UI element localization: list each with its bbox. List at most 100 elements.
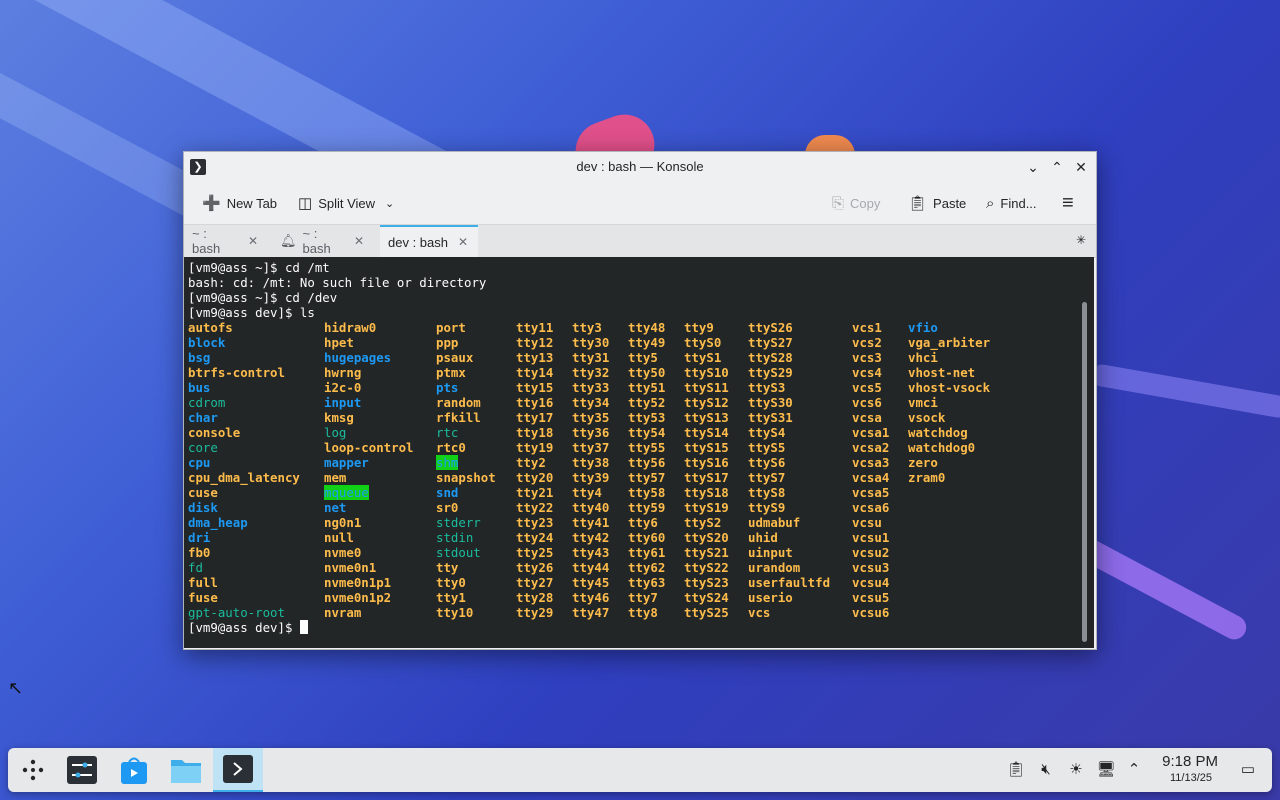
ls-entry: tty32 [572,365,610,380]
ls-entry: autofs [188,320,233,335]
ls-entry: vhost-net [908,365,976,380]
ls-entry: tty34 [572,395,610,410]
ls-entry: tty [436,560,459,575]
ls-entry: net [324,500,347,515]
ls-entry: tty55 [628,440,666,455]
ls-entry: vcsa [852,410,882,425]
ls-entry: vcsu2 [852,545,890,560]
ls-entry: ttyS25 [684,605,729,620]
hamburger-menu-icon[interactable]: ≡ [1062,192,1074,214]
ls-entry: ttyS30 [748,395,793,410]
ls-entry: tty47 [572,605,610,620]
find-button[interactable]: ⌕ Find... [986,192,1037,214]
ls-entry: ptmx [436,365,466,380]
ls-entry: tty16 [516,395,554,410]
show-desktop-icon[interactable]: ▭ [1238,760,1258,780]
network-icon[interactable]: 🖥︎ [1096,760,1116,780]
ls-entry: ttyS18 [684,485,729,500]
split-view-label: Split View [318,195,376,211]
close-tab-icon[interactable]: ✕ [458,235,468,249]
ls-entry: stderr [436,515,481,530]
expand-tray-icon[interactable]: ⌃ [1124,760,1144,780]
ls-entry: tty53 [628,410,666,425]
terminal-view[interactable]: [vm9@ass ~]$ cd /mt bash: cd: /mt: No su… [184,257,1094,648]
maximize-icon[interactable]: ⌃ [1047,157,1067,177]
ls-entry: mem [324,470,347,485]
ls-entry: tty7 [628,590,658,605]
ls-entry: tty21 [516,485,554,500]
ls-entry: cpu_dma_latency [188,470,300,485]
ls-entry: tty4 [572,485,602,500]
ls-entry: tty15 [516,380,554,395]
ls-entry: tty11 [516,320,554,335]
ls-entry: tty24 [516,530,554,545]
ls-entry: vcsu5 [852,590,890,605]
title-bar[interactable]: ❯ dev : bash — Konsole ⌄ ⌃ ✕ [184,152,1096,182]
split-view-button[interactable]: ◫ Split View ⌄ [298,192,394,214]
new-tab-button[interactable]: ➕ New Tab [202,192,277,214]
close-tab-icon[interactable]: ✕ [354,234,364,248]
app-launcher-icon[interactable] [16,754,50,786]
ls-entry: shm [436,455,459,470]
chevron-down-icon[interactable]: ⌄ [385,197,394,210]
ls-entry: sr0 [436,500,459,515]
ls-entry: core [188,440,218,455]
close-tab-icon[interactable]: ✕ [248,234,258,248]
ls-entry: ttyS26 [748,320,793,335]
copy-button[interactable]: ⎘ Copy [832,192,880,214]
clock-time[interactable]: 9:18 PM [1162,753,1218,770]
ls-entry: loop-control [324,440,414,455]
ls-entry: ppp [436,335,459,350]
ls-entry: ttyS9 [748,500,786,515]
tab-home-2[interactable]: 🔔︎ ~ : bash ✕ [272,225,372,257]
ls-entry: ttyS4 [748,425,786,440]
clock-date[interactable]: 11/13/25 [1170,772,1212,784]
ls-entry: tty60 [628,530,666,545]
ls-entry: block [188,335,226,350]
ls-entry: ttyS0 [684,335,722,350]
new-tab-icon: ➕ [202,195,221,212]
tab-dev[interactable]: dev : bash ✕ [380,225,478,257]
ls-entry: hpet [324,335,354,350]
file-manager-icon[interactable] [169,754,203,786]
ls-entry: rtc0 [436,440,466,455]
terminal-line: [vm9@ass ~]$ cd /dev [188,290,338,305]
ls-entry: ttyS31 [748,410,793,425]
volume-muted-icon[interactable]: 🔇︎ [1036,760,1056,780]
ls-entry: ttyS22 [684,560,729,575]
ls-entry: userfaultfd [748,575,831,590]
ls-entry: nvme0 [324,545,362,560]
wallpaper-stripe [1089,362,1280,420]
system-settings-icon[interactable] [65,754,99,786]
scrollbar[interactable] [1082,302,1087,642]
ls-entry: ng0n1 [324,515,362,530]
discover-icon[interactable] [117,754,151,786]
ls-entry: bus [188,380,211,395]
ls-entry: tty63 [628,575,666,590]
ls-entry: tty1 [436,590,466,605]
minimize-icon[interactable]: ⌄ [1023,157,1043,177]
ls-entry: vcsu [852,515,882,530]
ls-entry: tty10 [436,605,474,620]
clipboard-icon[interactable]: 📋︎ [1006,760,1026,780]
tab-label: ~ : bash [302,226,331,256]
close-icon[interactable]: ✕ [1071,157,1091,177]
paste-button[interactable]: 📋︎ Paste [908,192,966,214]
ls-entry: tty28 [516,590,554,605]
pin-icon[interactable]: ✳ [1076,233,1086,247]
konsole-taskbar-button[interactable] [213,748,263,792]
ls-entry: tty38 [572,455,610,470]
window-title: dev : bash — Konsole [576,159,704,174]
copy-icon: ⎘ [832,194,845,212]
tab-home-1[interactable]: ~ : bash ✕ [184,225,266,257]
brightness-icon[interactable]: ☀ [1066,760,1086,780]
ls-entry: tty54 [628,425,666,440]
ls-entry: mapper [324,455,369,470]
ls-entry: tty44 [572,560,610,575]
mouse-cursor-icon: ↖ [8,678,24,698]
ls-entry: ttyS13 [684,410,729,425]
ls-entry: tty27 [516,575,554,590]
ls-entry: null [324,530,354,545]
ls-entry: tty58 [628,485,666,500]
ls-entry: tty51 [628,380,666,395]
